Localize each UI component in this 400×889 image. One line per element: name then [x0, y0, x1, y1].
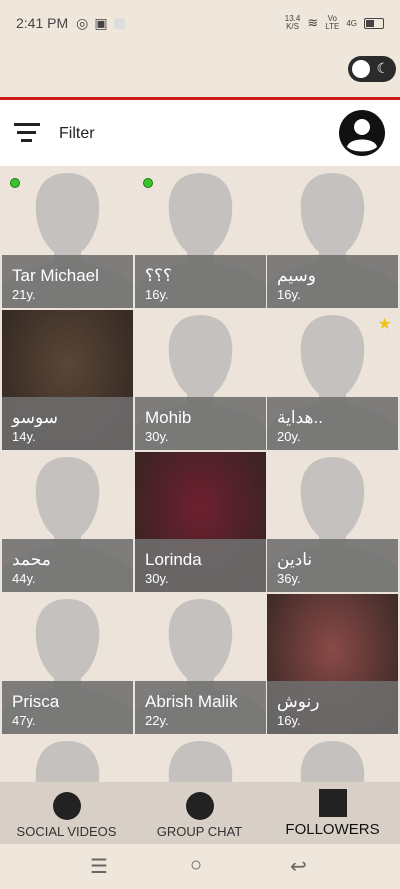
user-card[interactable]: محمد 44y.	[2, 452, 133, 592]
avatar-placeholder-icon	[168, 741, 233, 782]
user-card[interactable]: Prisca 47y.	[2, 594, 133, 734]
user-age: 20y.	[277, 429, 301, 444]
user-card[interactable]: ★ هداية.. 20y.	[267, 310, 398, 450]
nav-group-chat-label: GROUP CHAT	[156, 824, 243, 839]
social-videos-icon	[52, 792, 81, 820]
user-card[interactable]: نادين 36y.	[267, 452, 398, 592]
hotspot-icon: ◎	[76, 14, 89, 31]
user-card[interactable]: ؟؟؟ 16y.	[135, 168, 266, 308]
nav-followers-label: FOLLOWERS	[285, 821, 380, 838]
signal-icon: 4G	[346, 18, 357, 28]
avatar-placeholder-icon	[300, 741, 365, 782]
user-name: Abrish Malik	[145, 692, 238, 711]
user-name: Prisca	[12, 692, 60, 711]
system-navigation-bar: ☰ ○ ↩	[0, 844, 400, 889]
user-age: 14y.	[12, 429, 36, 444]
user-age: 16y.	[277, 713, 301, 728]
user-age: 21y.	[12, 287, 36, 302]
status-right: 13.4 K/S ≋ Vo LTE 4G	[285, 15, 384, 31]
user-card-partial[interactable]	[267, 736, 398, 782]
status-time: 2:41 PM	[16, 15, 69, 31]
nav-followers[interactable]: FOLLOWERS	[266, 782, 399, 844]
online-indicator-icon	[10, 178, 20, 188]
online-indicator-icon	[143, 178, 153, 188]
user-name: Lorinda	[145, 550, 202, 569]
user-age: 30y.	[145, 429, 169, 444]
user-name: Mohib	[145, 408, 192, 427]
battery-icon	[364, 17, 384, 29]
user-card-partial[interactable]	[135, 736, 266, 782]
recent-apps-icon[interactable]: ☰	[90, 854, 108, 879]
user-grid: Tar Michael 21y. ؟؟؟ 16y. وسيم 16y. سوسو 14y. Mo…	[0, 166, 400, 782]
group-chat-icon	[185, 792, 214, 820]
user-age: 22y.	[145, 713, 169, 728]
user-name: Tar Michael	[12, 266, 99, 285]
status-bar: 2:41 PM ◎ ▣ 13.4 K/S ≋ Vo LTE 4G	[0, 0, 400, 46]
user-age: 36y.	[277, 571, 301, 586]
user-name: هداية..	[277, 408, 323, 427]
user-age: 16y.	[277, 287, 301, 302]
user-card[interactable]: رنوش 16y.	[267, 594, 398, 734]
toggle-knob	[352, 60, 370, 78]
user-card[interactable]: Abrish Malik 22y.	[135, 594, 266, 734]
dark-mode-toggle[interactable]: ☾	[348, 56, 396, 82]
user-age: 30y.	[145, 571, 169, 586]
user-name: ؟؟؟	[145, 266, 173, 285]
star-icon: ★	[377, 316, 392, 333]
user-name: رنوش	[277, 692, 320, 711]
back-icon[interactable]: ↩	[290, 854, 307, 879]
user-name: نادين	[277, 550, 313, 569]
app-header: ☾	[0, 46, 400, 98]
user-card[interactable]: وسيم 16y.	[267, 168, 398, 308]
user-name: وسيم	[277, 266, 316, 285]
user-name: محمد	[12, 550, 51, 569]
nav-group-chat[interactable]: GROUP CHAT	[133, 782, 266, 844]
user-card[interactable]: سوسو 14y.	[2, 310, 133, 450]
filter-bar: Filter	[0, 100, 400, 166]
user-age: 47y.	[12, 713, 36, 728]
nav-social-videos[interactable]: SOCIAL VIDEOS	[0, 782, 133, 844]
nav-social-videos-label: SOCIAL VIDEOS	[16, 824, 117, 839]
home-icon[interactable]: ○	[190, 854, 202, 877]
notification-icons: ◎ ▣	[76, 14, 125, 32]
user-card-partial[interactable]	[2, 736, 133, 782]
network-speed: 13.4 K/S	[284, 14, 301, 31]
filter-label[interactable]: Filter	[59, 125, 95, 143]
account-icon[interactable]	[338, 109, 386, 157]
user-age: 16y.	[145, 287, 169, 302]
user-card[interactable]: Lorinda 30y.	[135, 452, 266, 592]
volte-indicator: Vo LTE	[325, 14, 340, 31]
moon-icon: ☾	[376, 60, 389, 76]
filter-icon[interactable]	[14, 123, 40, 143]
followers-icon	[318, 789, 347, 817]
user-card[interactable]: Tar Michael 21y.	[2, 168, 133, 308]
user-name: سوسو	[12, 408, 59, 427]
user-age: 44y.	[12, 571, 36, 586]
bottom-navigation: SOCIAL VIDEOS GROUP CHAT FOLLOWERS	[0, 782, 400, 844]
user-card[interactable]: Mohib 30y.	[135, 310, 266, 450]
avatar-placeholder-icon	[35, 741, 100, 782]
app-notification-icon: ▣	[94, 14, 108, 31]
square-notification-icon	[113, 17, 125, 29]
wifi-icon: ≋	[307, 15, 319, 30]
